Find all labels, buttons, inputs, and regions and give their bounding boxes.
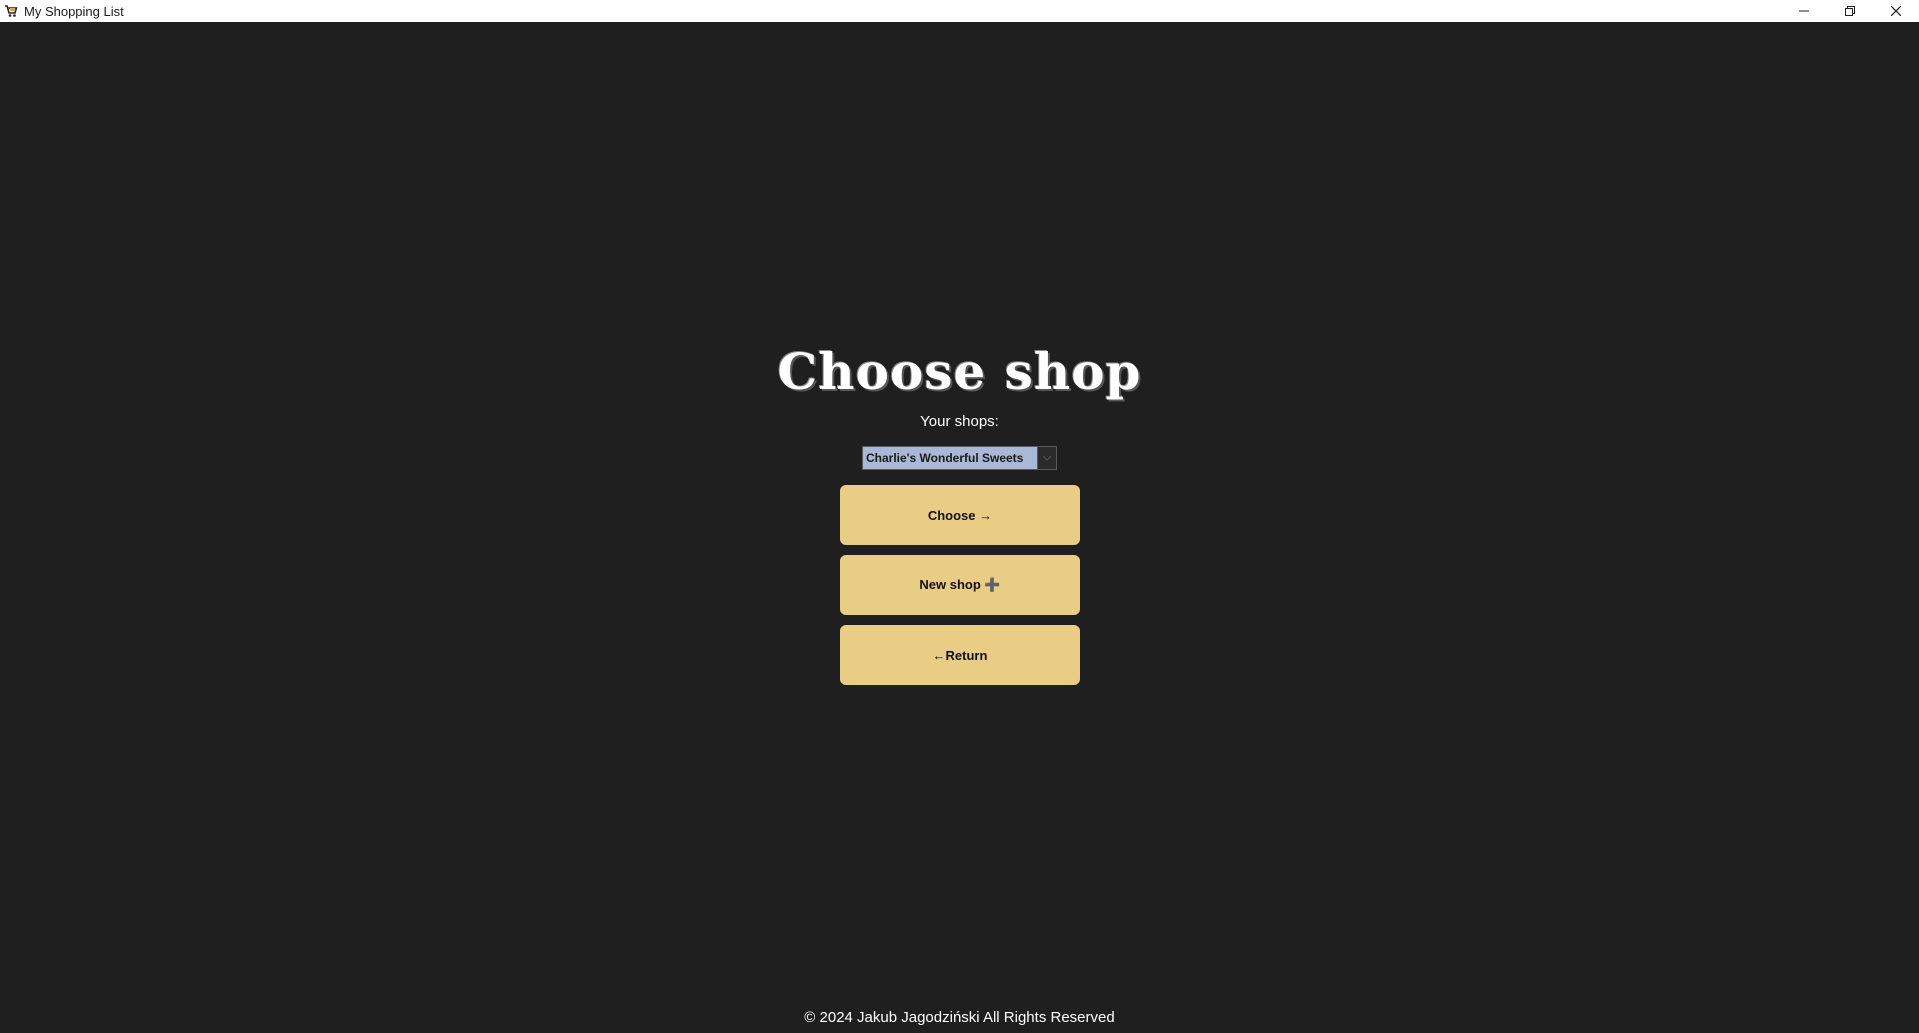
minimize-button[interactable] <box>1781 0 1827 22</box>
shops-label: Your shops: <box>920 413 999 430</box>
minimize-icon <box>1799 10 1809 12</box>
main-panel: Choose shop Your shops: Charlie's Wonder… <box>0 22 1919 1033</box>
return-button[interactable]: ←Return <box>840 625 1080 685</box>
maximize-button[interactable] <box>1827 0 1873 22</box>
copyright-footer: © 2024 Jakub Jagodziński All Rights Rese… <box>804 1009 1115 1026</box>
close-button[interactable] <box>1873 0 1919 22</box>
new-shop-button[interactable]: New shop ➕ <box>840 555 1080 615</box>
dropdown-arrow-button[interactable] <box>1037 447 1056 469</box>
chevron-down-icon <box>1043 455 1051 461</box>
window-title: My Shopping List <box>24 3 124 19</box>
close-icon <box>1891 6 1901 16</box>
choose-button[interactable]: Choose → <box>840 485 1080 545</box>
window-titlebar: My Shopping List <box>0 0 1919 22</box>
page-title: Choose shop <box>777 342 1142 401</box>
window-controls <box>1781 0 1919 22</box>
cart-icon <box>4 4 18 18</box>
shop-select[interactable]: Charlie's Wonderful Sweets <box>862 446 1057 470</box>
shop-select-value: Charlie's Wonderful Sweets <box>863 447 1037 469</box>
restore-icon <box>1845 6 1855 16</box>
